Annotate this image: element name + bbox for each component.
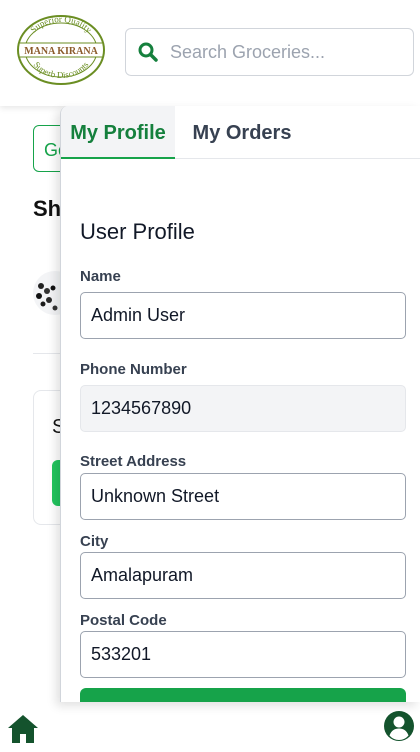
search-icon (138, 42, 158, 62)
background-section-heading: Sh (33, 196, 62, 221)
tab-my-orders[interactable]: My Orders (175, 106, 309, 159)
phone-field (80, 385, 406, 432)
save-profile-button[interactable] (80, 688, 406, 702)
product-image[interactable] (33, 258, 63, 328)
home-icon[interactable] (6, 712, 40, 746)
app-page: Go Sh S Superior Quality Superb Discount… (0, 0, 420, 752)
profile-drawer: My Profile My Orders User Profile Name P… (60, 106, 420, 702)
postal-code-field[interactable] (80, 631, 406, 678)
brand-logo[interactable]: Superior Quality Superb Discounts MANA K… (16, 14, 106, 86)
name-field[interactable] (80, 292, 406, 339)
postal-code-label: Postal Code (80, 612, 167, 629)
phone-label: Phone Number (80, 361, 187, 378)
section-title-user-profile: User Profile (80, 219, 195, 244)
street-address-field[interactable] (80, 473, 406, 520)
app-header: Superior Quality Superb Discounts MANA K… (0, 0, 420, 106)
tab-my-profile[interactable]: My Profile (61, 106, 175, 159)
bottom-nav (0, 702, 420, 752)
drawer-tabs: My Profile My Orders (61, 106, 420, 159)
logo-brand-name: MANA KIRANA (24, 46, 98, 57)
user-circle-icon[interactable] (383, 710, 415, 742)
city-field[interactable] (80, 552, 406, 599)
search-input[interactable] (170, 41, 390, 63)
search-bar[interactable] (125, 28, 414, 76)
city-label: City (80, 533, 109, 550)
street-label: Street Address (80, 453, 187, 470)
name-label: Name (80, 268, 121, 285)
